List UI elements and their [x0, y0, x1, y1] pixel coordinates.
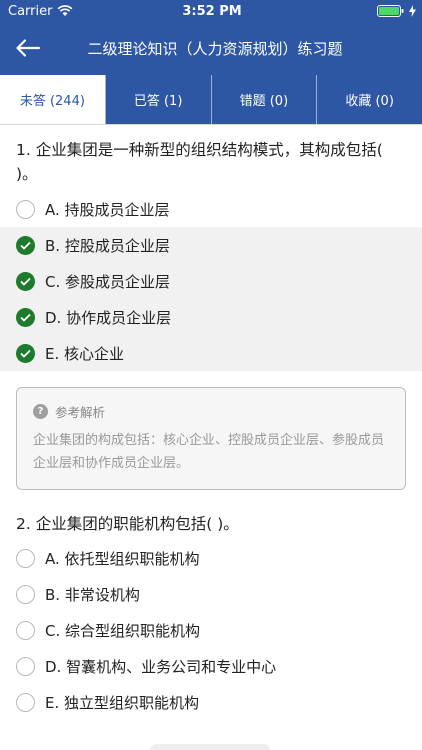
radio-unchecked-icon: [16, 584, 35, 604]
tab-wrong[interactable]: 错题 (0): [210, 75, 317, 124]
charging-icon: [408, 5, 416, 17]
radio-unchecked-icon: [16, 656, 35, 676]
option-label: E. 独立型组织职能机构: [45, 693, 200, 712]
page-title: 二级理论知识（人力资源规划）练习题: [87, 40, 343, 58]
back-arrow-icon[interactable]: [14, 36, 42, 60]
question-1-text: 1. 企业集团是一种新型的组织结构模式，其构成包括( )。: [16, 141, 383, 183]
tab-unanswered[interactable]: 未答 (244): [0, 75, 105, 124]
radio-unchecked-icon: [16, 199, 35, 219]
battery-icon: [376, 5, 404, 17]
option-label: C. 综合型组织职能机构: [45, 621, 201, 640]
q1-option-c[interactable]: C. 参股成员企业层: [0, 263, 422, 299]
q2-option-a[interactable]: A. 依托型组织职能机构: [0, 540, 422, 576]
q1-option-d[interactable]: D. 协作成员企业层: [0, 299, 422, 335]
q2-option-e[interactable]: E. 独立型组织职能机构: [0, 684, 422, 720]
check-circle-icon: [16, 271, 35, 291]
q1-option-e[interactable]: E. 核心企业: [0, 335, 422, 371]
option-label: A. 持股成员企业层: [45, 200, 170, 219]
check-circle-icon: [16, 235, 35, 255]
header: Carrier 3:52 PM 二级理论知识（人力资源规划）练习题: [0, 0, 422, 75]
q1-option-b[interactable]: B. 控股成员企业层: [0, 227, 422, 263]
analysis-box: ? 参考解析 企业集团的构成包括：核心企业、控股成员企业层、参股成员企业层和协作…: [16, 387, 406, 490]
option-label: D. 协作成员企业层: [45, 308, 172, 327]
nav-bar: 二级理论知识（人力资源规划）练习题: [0, 22, 422, 75]
analysis-header: ? 参考解析: [33, 402, 389, 421]
status-time: 3:52 PM: [182, 3, 242, 19]
q2-option-c[interactable]: C. 综合型组织职能机构: [0, 612, 422, 648]
wifi-icon: [58, 5, 73, 16]
question-2-text: 2. 企业集团的职能机构包括( )。: [16, 515, 239, 533]
bottom-handle: [150, 744, 270, 750]
option-label: E. 核心企业: [45, 344, 125, 363]
radio-unchecked-icon: [16, 620, 35, 640]
analysis-text: 企业集团的构成包括：核心企业、控股成员企业层、参股成员企业层和协作成员企业层。: [33, 433, 385, 471]
tab-favorites[interactable]: 收藏 (0): [316, 75, 422, 124]
q2-option-b[interactable]: B. 非常设机构: [0, 576, 422, 612]
option-label: B. 非常设机构: [45, 585, 140, 604]
option-label: D. 智囊机构、业务公司和专业中心: [45, 657, 277, 676]
tab-bar: 未答 (244) 已答 (1) 错题 (0) 收藏 (0): [0, 75, 422, 125]
question-1: 1. 企业集团是一种新型的组织结构模式，其构成包括( )。 A. 持股成员企业层…: [0, 125, 422, 490]
carrier-label: Carrier: [8, 3, 53, 19]
check-circle-icon: [16, 307, 35, 327]
check-circle-icon: [16, 343, 35, 363]
q2-option-d[interactable]: D. 智囊机构、业务公司和专业中心: [0, 648, 422, 684]
radio-unchecked-icon: [16, 548, 35, 568]
radio-unchecked-icon: [16, 692, 35, 712]
q1-option-a[interactable]: A. 持股成员企业层: [0, 191, 422, 227]
analysis-title: 参考解析: [55, 405, 106, 420]
question-2: 2. 企业集团的职能机构包括( )。 A. 依托型组织职能机构 B. 非常设机构…: [0, 502, 422, 720]
option-label: C. 参股成员企业层: [45, 272, 171, 291]
tab-answered[interactable]: 已答 (1): [104, 75, 211, 124]
status-bar: Carrier 3:52 PM: [0, 0, 422, 22]
option-label: B. 控股成员企业层: [45, 236, 170, 255]
option-label: A. 依托型组织职能机构: [45, 549, 200, 568]
question-mark-icon: ?: [33, 404, 48, 419]
